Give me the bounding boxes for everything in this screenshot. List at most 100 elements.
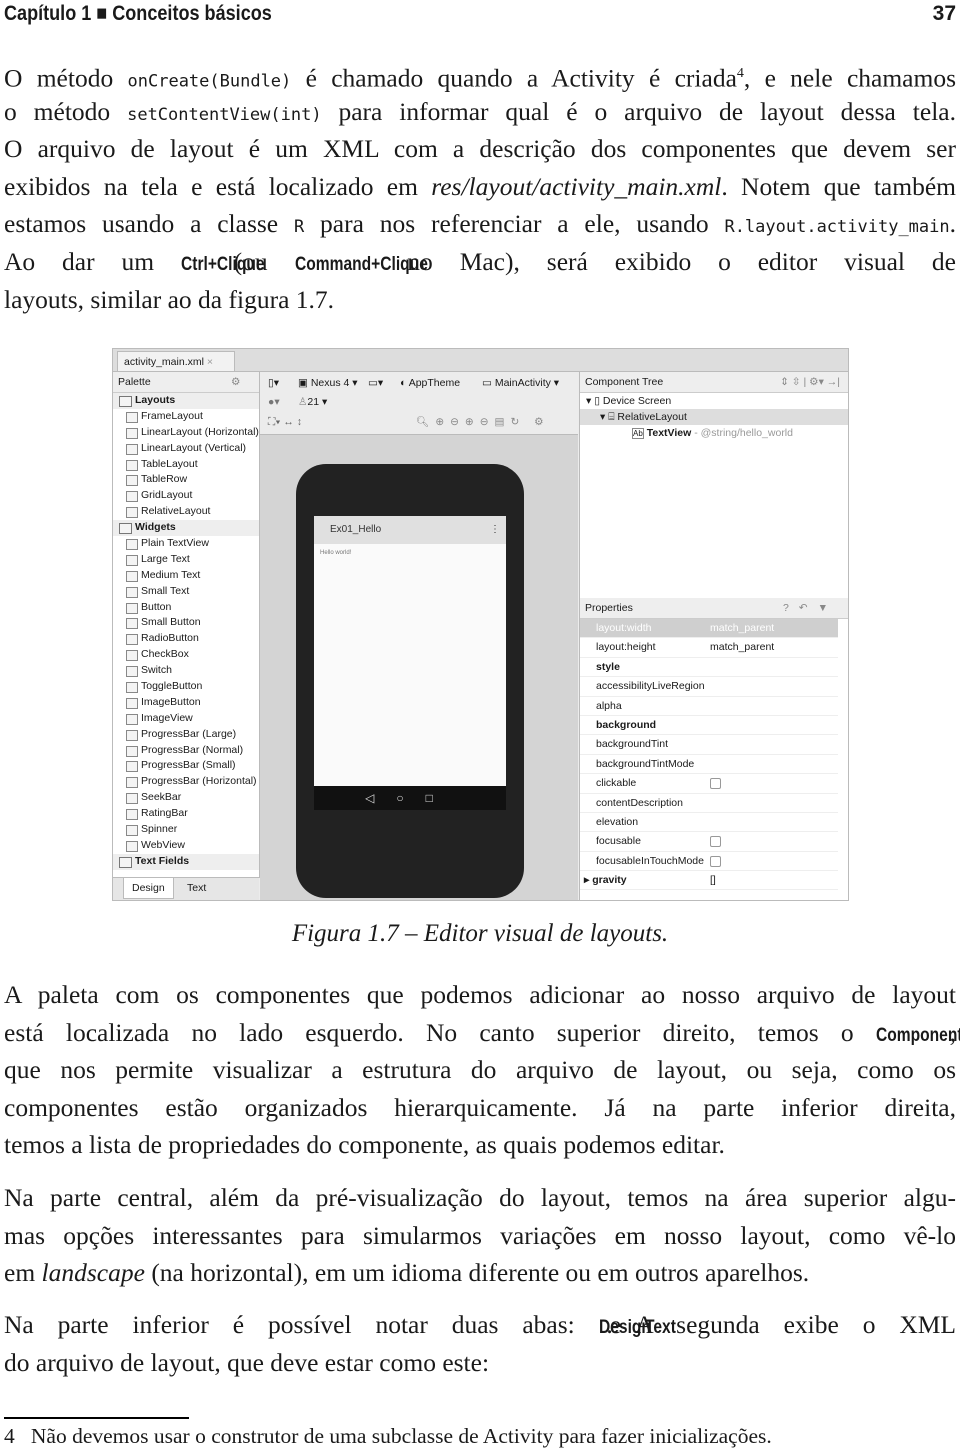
palette-category[interactable]: Layouts bbox=[113, 393, 259, 409]
property-row[interactable]: layout:height match_parent bbox=[580, 638, 838, 658]
text-segment: Na parte central, além da pré-visualizaç… bbox=[4, 1183, 956, 1212]
device-select[interactable]: ▣ Nexus 4 ▾ bbox=[298, 375, 358, 391]
app-bar: Ex01_Hello ⋮ bbox=[314, 516, 506, 544]
property-name: elevation bbox=[596, 815, 639, 828]
tree-node-label: TextView bbox=[646, 427, 692, 439]
text-line: o método setContentView(int) para inform… bbox=[4, 93, 956, 130]
text-segment: , e nele chamamos bbox=[743, 63, 957, 93]
text-segment: que nos permite visualizar a estrutura d… bbox=[4, 1055, 956, 1085]
property-row[interactable]: accessibilityLiveRegion bbox=[580, 677, 838, 697]
property-row[interactable]: focusableInTouchMode bbox=[580, 852, 838, 873]
palette-item[interactable]: RelativeLayout bbox=[113, 504, 259, 520]
property-value[interactable]: match_parent bbox=[710, 619, 774, 637]
palette-item[interactable]: SeekBar bbox=[113, 790, 259, 806]
palette-category[interactable]: Text Fields bbox=[113, 853, 259, 870]
property-name: layout:height bbox=[596, 641, 656, 654]
property-row[interactable]: background bbox=[580, 716, 838, 736]
property-row[interactable]: elevation bbox=[580, 813, 838, 833]
property-value[interactable]: [] bbox=[710, 871, 716, 889]
palette-item[interactable]: Switch bbox=[113, 663, 259, 679]
palette-item[interactable]: FrameLayout bbox=[113, 409, 259, 425]
palette-item[interactable]: Small Text bbox=[113, 584, 259, 600]
text-line: Na parte inferior é possível notar duas … bbox=[4, 1306, 956, 1343]
palette-item[interactable]: TableRow bbox=[113, 472, 259, 488]
tab-text[interactable]: Text bbox=[179, 878, 214, 898]
property-row[interactable]: alpha bbox=[580, 697, 838, 716]
text-line: O arquivo de layout é um XML com a descr… bbox=[4, 130, 956, 167]
palette-item[interactable]: Large Text bbox=[113, 552, 259, 568]
property-row[interactable]: backgroundTintMode bbox=[580, 755, 838, 775]
property-checkbox[interactable] bbox=[710, 832, 721, 853]
text-segment: . bbox=[949, 209, 956, 239]
api-select[interactable]: ♙21 ▾ bbox=[298, 394, 327, 410]
text-line: Ao dar um Ctrl+Clique (ou Command+Clique… bbox=[4, 243, 956, 280]
close-icon[interactable]: × bbox=[207, 356, 213, 368]
palette-item[interactable]: ImageButton bbox=[113, 695, 259, 711]
tree-node-relativelayout[interactable]: ▾ ⌸ RelativeLayout bbox=[580, 409, 848, 425]
palette-item[interactable]: GridLayout bbox=[113, 488, 259, 504]
fit-icon[interactable]: ⛶▾ ↔ ↕ bbox=[268, 414, 302, 430]
property-row[interactable]: ▸ gravity [] bbox=[580, 871, 838, 891]
text-line: O método onCreate(Bundle) é chamado quan… bbox=[4, 55, 957, 93]
palette-item[interactable]: RadioButton bbox=[113, 631, 259, 647]
palette-category[interactable]: Widgets bbox=[113, 520, 259, 537]
palette-item[interactable]: ProgressBar (Horizontal) bbox=[113, 774, 259, 790]
palette-item[interactable]: Spinner bbox=[113, 822, 259, 838]
palette-item[interactable]: ToggleButton bbox=[113, 679, 259, 695]
activity-select[interactable]: ▭ MainActivity ▾ bbox=[482, 375, 559, 391]
property-name: backgroundTintMode bbox=[596, 757, 695, 770]
palette-item[interactable]: RatingBar bbox=[113, 806, 259, 822]
phone-preview: Ex01_Hello ⋮ Hello world! ◁○□ bbox=[296, 464, 524, 898]
gear-icon[interactable]: ⚙ bbox=[231, 372, 240, 392]
app-title: Ex01_Hello bbox=[330, 524, 382, 535]
palette-item[interactable]: Plain TextView bbox=[113, 536, 259, 552]
property-name: alpha bbox=[596, 699, 622, 712]
property-row[interactable]: clickable bbox=[580, 774, 838, 795]
property-row[interactable]: focusable bbox=[580, 832, 838, 853]
theme-select[interactable]: ◐ AppTheme bbox=[400, 375, 460, 391]
palette-item[interactable]: CheckBox bbox=[113, 647, 259, 663]
property-name: focusable bbox=[596, 835, 641, 848]
properties-tools-icons[interactable]: ?↶▼ bbox=[783, 598, 838, 618]
palette-title: Palette bbox=[118, 376, 151, 388]
zoom-icons[interactable]: 🔍︎⊕⊖⊕⊖▤↻ ⚙ bbox=[416, 414, 550, 430]
text-line: estamos usando a classe R para nos refer… bbox=[4, 205, 956, 242]
palette-item[interactable]: TableLayout bbox=[113, 457, 259, 473]
palette-item[interactable]: ImageView bbox=[113, 711, 259, 727]
hello-text: Hello world! bbox=[320, 550, 352, 556]
property-checkbox[interactable] bbox=[710, 852, 721, 873]
file-tab[interactable]: activity_main.xml × bbox=[117, 351, 235, 371]
phone-nav-bar: ◁○□ bbox=[314, 786, 506, 810]
properties-title: Properties bbox=[585, 602, 633, 614]
palette-item[interactable]: ProgressBar (Small) bbox=[113, 758, 259, 774]
text-line: mas opções interessantes para simularmos… bbox=[4, 1217, 956, 1254]
tree-tools-icons[interactable]: ⇕ ⇳ | ⚙▾ →| bbox=[780, 372, 840, 392]
property-row[interactable]: contentDescription bbox=[580, 794, 838, 813]
bottom-tabs: Design Text bbox=[113, 877, 259, 900]
palette-item[interactable]: Medium Text bbox=[113, 568, 259, 584]
property-value[interactable]: match_parent bbox=[710, 638, 774, 656]
text-segment: res/layout/activity_main.xml bbox=[431, 171, 722, 201]
design-canvas: ▯▾ ▣ Nexus 4 ▾ ▭▾ ◐ AppTheme ▭ MainActiv… bbox=[260, 372, 578, 900]
tree-node-label: RelativeLayout bbox=[617, 411, 687, 423]
property-row[interactable]: layout:width match_parent bbox=[580, 619, 838, 639]
palette-item[interactable]: Button bbox=[113, 600, 259, 616]
globe-icon[interactable]: ●▾ bbox=[268, 394, 280, 410]
text-segment: (na horizontal), em um idioma diferente … bbox=[144, 1258, 810, 1288]
palette-item[interactable]: LinearLayout (Vertical) bbox=[113, 441, 259, 457]
palette-item[interactable]: LinearLayout (Horizontal) bbox=[113, 425, 259, 441]
file-tab-label: activity_main.xml bbox=[124, 356, 204, 368]
tree-node-device-screen[interactable]: ▾ ▯ Device Screen bbox=[580, 393, 848, 409]
property-row[interactable]: backgroundTint bbox=[580, 735, 838, 755]
palette-item[interactable]: Small Button bbox=[113, 615, 259, 631]
palette-item[interactable]: ProgressBar (Large) bbox=[113, 727, 259, 743]
palette-item[interactable]: ProgressBar (Normal) bbox=[113, 743, 259, 759]
orientation-icon[interactable]: ▭▾ bbox=[368, 375, 383, 391]
text-line: A paleta com os componentes que podemos … bbox=[4, 976, 956, 1013]
device-icon[interactable]: ▯▾ bbox=[268, 375, 279, 391]
tab-design[interactable]: Design bbox=[123, 878, 174, 899]
property-checkbox[interactable] bbox=[710, 774, 721, 795]
tree-node-textview[interactable]: Ab TextView - @string/hello_world bbox=[580, 425, 848, 441]
property-row[interactable]: style bbox=[580, 658, 838, 678]
palette-item[interactable]: WebView bbox=[113, 838, 259, 854]
